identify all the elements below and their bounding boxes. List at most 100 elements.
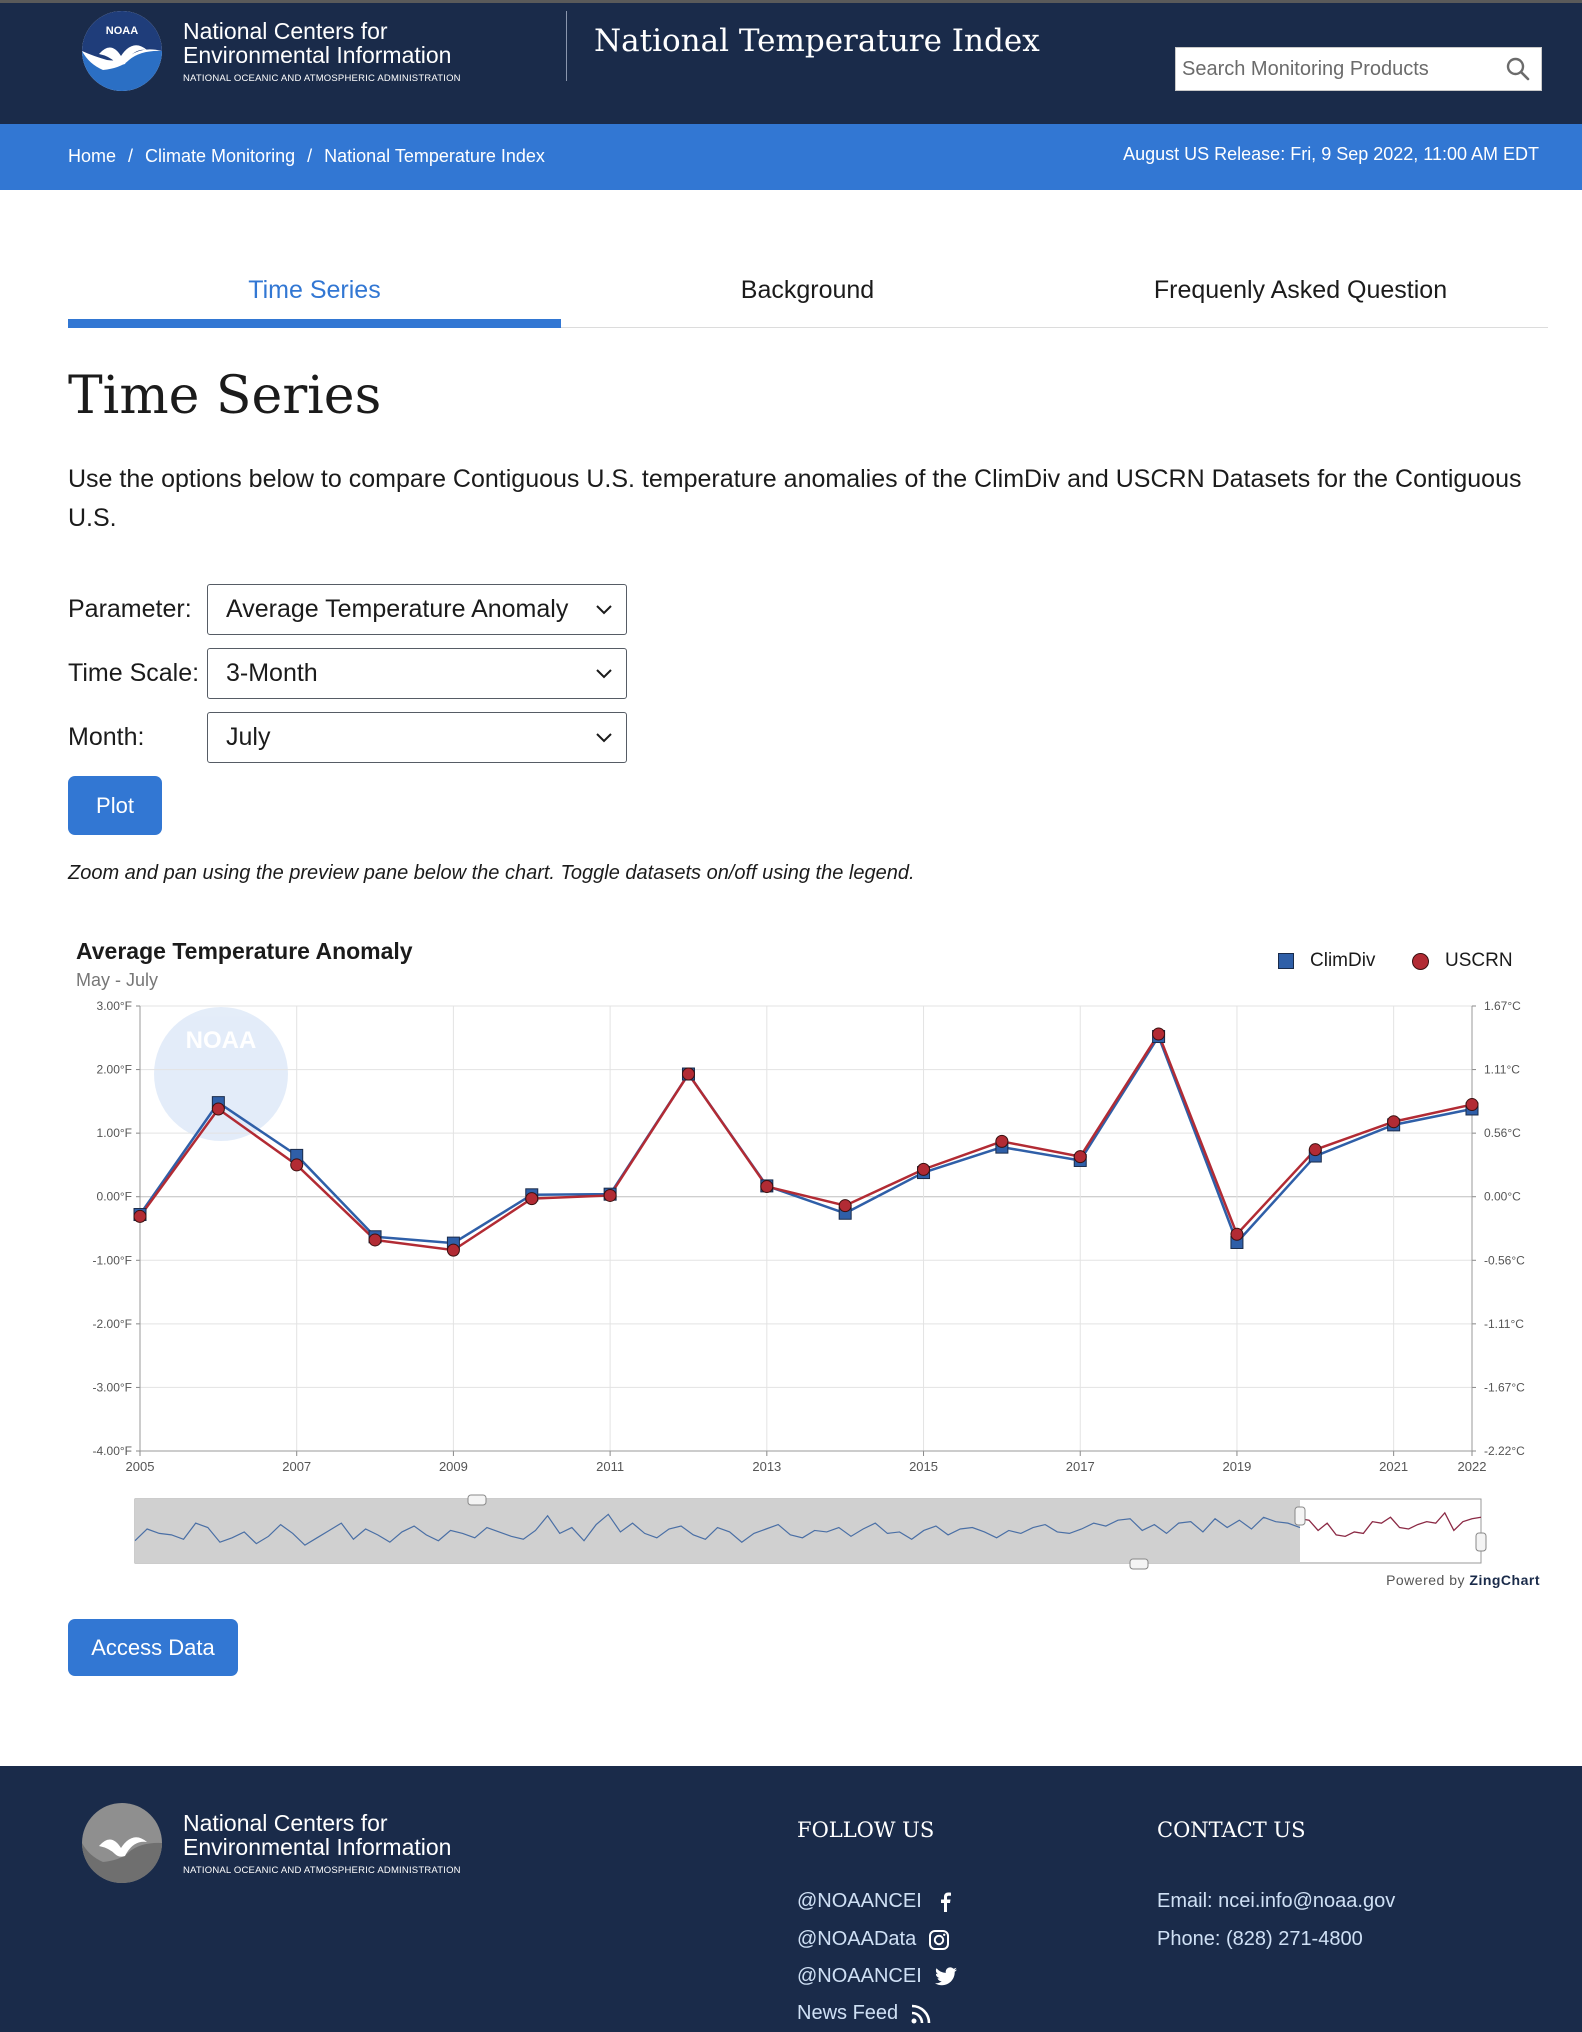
y-tick-label-right: -1.67°C xyxy=(1484,1380,1525,1394)
breadcrumb-separator: / xyxy=(128,146,134,166)
search-icon[interactable] xyxy=(1505,56,1531,82)
y-tick-label-right: -0.56°C xyxy=(1484,1253,1525,1267)
timescale-label: Time Scale: xyxy=(68,659,200,687)
y-tick-label-right: 0.56°C xyxy=(1484,1126,1521,1140)
breadcrumb: Home / Climate Monitoring / National Tem… xyxy=(68,146,545,167)
breadcrumb-separator: / xyxy=(307,146,313,166)
watermark-text: NOAA xyxy=(186,1027,257,1054)
y-tick-label-left: -4.00°F xyxy=(93,1444,132,1458)
twitter-icon xyxy=(934,1966,957,1985)
noaa-logo-text: NOAA xyxy=(106,25,138,37)
data-point-uscrn xyxy=(1073,1150,1087,1164)
site-header: NOAA National Centers for Environmental … xyxy=(0,0,1582,124)
footer-org-line2: Environmental Information xyxy=(183,1833,452,1860)
search-box xyxy=(1175,47,1542,91)
tab-bar: Time Series Background Frequenly Asked Q… xyxy=(68,258,1548,328)
social-facebook-link[interactable]: @NOAANCEI xyxy=(797,1890,956,1913)
preview-mask xyxy=(135,1499,1300,1563)
tab-background[interactable]: Background xyxy=(561,258,1054,327)
data-point-uscrn xyxy=(290,1158,304,1172)
x-tick-label: 2013 xyxy=(752,1459,781,1474)
parameter-select[interactable]: Average Temperature Anomaly xyxy=(207,584,627,635)
org-subtitle: NATIONAL OCEANIC AND ATMOSPHERIC ADMINIS… xyxy=(183,72,461,84)
breadcrumb-climate-monitoring[interactable]: Climate Monitoring xyxy=(145,146,295,167)
y-tick-label-left: -3.00°F xyxy=(93,1380,132,1394)
x-tick-label: 2005 xyxy=(126,1459,155,1474)
timescale-value: 3-Month xyxy=(226,659,318,687)
y-tick-label-left: 3.00°F xyxy=(97,999,132,1013)
access-data-button[interactable]: Access Data xyxy=(68,1619,238,1676)
contact-phone: Phone: (828) 271-4800 xyxy=(1157,1928,1363,1950)
chart-plot[interactable]: NOAA 3.00°F 1.67°C 2.00°F 1.11°C 1.00°F 0.56°… xyxy=(68,930,1548,1570)
chart-container: Average Temperature Anomaly May - July C… xyxy=(68,930,1548,1600)
powered-by[interactable]: Powered by ZingChart xyxy=(1386,1572,1540,1588)
x-tick-label: 2015 xyxy=(909,1459,938,1474)
x-tick-label: 2021 xyxy=(1379,1459,1408,1474)
y-tick-label-left: -1.00°F xyxy=(93,1253,132,1267)
noaa-logo-icon: NOAA xyxy=(82,11,162,91)
noaa-footer-logo-icon xyxy=(82,1803,162,1883)
data-point-uscrn xyxy=(133,1209,147,1223)
footer-org-subtitle: NATIONAL OCEANIC AND ATMOSPHERIC ADMINIS… xyxy=(183,1864,461,1876)
plot-button[interactable]: Plot xyxy=(68,776,162,835)
data-point-uscrn xyxy=(1465,1098,1479,1112)
social-instagram-link[interactable]: @NOAAData xyxy=(797,1928,950,1951)
y-tick-label-right: 1.67°C xyxy=(1484,999,1521,1013)
parameter-value: Average Temperature Anomaly xyxy=(226,595,569,623)
timescale-row: Time Scale: 3-Month xyxy=(68,648,627,699)
social-facebook-label: @NOAANCEI xyxy=(797,1890,922,1912)
data-point-uscrn xyxy=(1230,1227,1244,1241)
x-tick-label: 2011 xyxy=(596,1459,624,1474)
month-value: July xyxy=(226,723,271,751)
search-input[interactable] xyxy=(1182,57,1502,81)
org-name-line2: Environmental Information xyxy=(183,41,452,68)
breadcrumb-current[interactable]: National Temperature Index xyxy=(324,146,545,167)
x-tick-label: 2009 xyxy=(439,1459,468,1474)
x-tick-label: 2019 xyxy=(1222,1459,1251,1474)
social-instagram-label: @NOAAData xyxy=(797,1928,917,1950)
footer-logo-link[interactable]: National Centers for Environmental Infor… xyxy=(81,1802,461,1884)
contact-email-link[interactable]: Email: ncei.info@noaa.gov xyxy=(1157,1890,1395,1913)
month-select[interactable]: July xyxy=(207,712,627,763)
data-point-uscrn xyxy=(838,1199,852,1213)
x-tick-label: 2017 xyxy=(1066,1459,1095,1474)
powered-by-prefix: Powered by xyxy=(1386,1572,1465,1588)
release-date: August US Release: Fri, 9 Sep 2022, 11:0… xyxy=(1123,144,1539,164)
facebook-icon xyxy=(940,1892,951,1912)
preview-handle-left[interactable] xyxy=(1294,1506,1306,1526)
social-twitter-link[interactable]: @NOAANCEI xyxy=(797,1965,958,1988)
parameter-label: Parameter: xyxy=(68,595,192,623)
chart-series xyxy=(133,1027,1479,1257)
chart-hint: Zoom and pan using the preview pane belo… xyxy=(68,862,915,884)
y-tick-label-left: 2.00°F xyxy=(97,1063,132,1077)
timescale-select[interactable]: 3-Month xyxy=(207,648,627,699)
news-feed-link[interactable]: News Feed xyxy=(797,2002,932,2025)
y-tick-label-left: 0.00°F xyxy=(97,1190,132,1204)
tab-faq[interactable]: Frequenly Asked Question xyxy=(1054,258,1547,327)
preview-pane[interactable] xyxy=(134,1494,1487,1570)
data-point-uscrn xyxy=(368,1233,382,1247)
social-twitter-label: @NOAANCEI xyxy=(797,1965,922,1987)
site-title[interactable]: National Temperature Index xyxy=(594,23,1040,59)
chart-grid xyxy=(139,1005,1473,1452)
month-label: Month: xyxy=(68,723,145,751)
ncei-logo-link[interactable]: NOAA National Centers for Environmental … xyxy=(81,10,461,92)
preview-handle-right[interactable] xyxy=(1475,1532,1487,1552)
month-row: Month: July xyxy=(68,712,627,763)
data-point-uscrn xyxy=(1308,1143,1322,1157)
chevron-down-icon xyxy=(596,605,612,615)
preview-scroll-handle-bottom[interactable] xyxy=(1129,1558,1149,1570)
contact-us-heading: CONTACT US xyxy=(1157,1818,1306,1842)
y-tick-label-left: 1.00°F xyxy=(97,1126,132,1140)
breadcrumb-home[interactable]: Home xyxy=(68,146,116,167)
data-point-uscrn xyxy=(1387,1115,1401,1129)
data-point-uscrn xyxy=(603,1188,617,1202)
header-divider xyxy=(566,11,567,81)
data-point-uscrn xyxy=(211,1102,225,1116)
preview-scroll-handle-top[interactable] xyxy=(467,1494,487,1506)
x-tick-label: 2022 xyxy=(1458,1459,1487,1474)
data-point-uscrn xyxy=(446,1243,460,1257)
data-point-uscrn xyxy=(681,1067,695,1081)
breadcrumb-bar: Home / Climate Monitoring / National Tem… xyxy=(0,124,1582,190)
tab-time-series[interactable]: Time Series xyxy=(68,258,561,328)
